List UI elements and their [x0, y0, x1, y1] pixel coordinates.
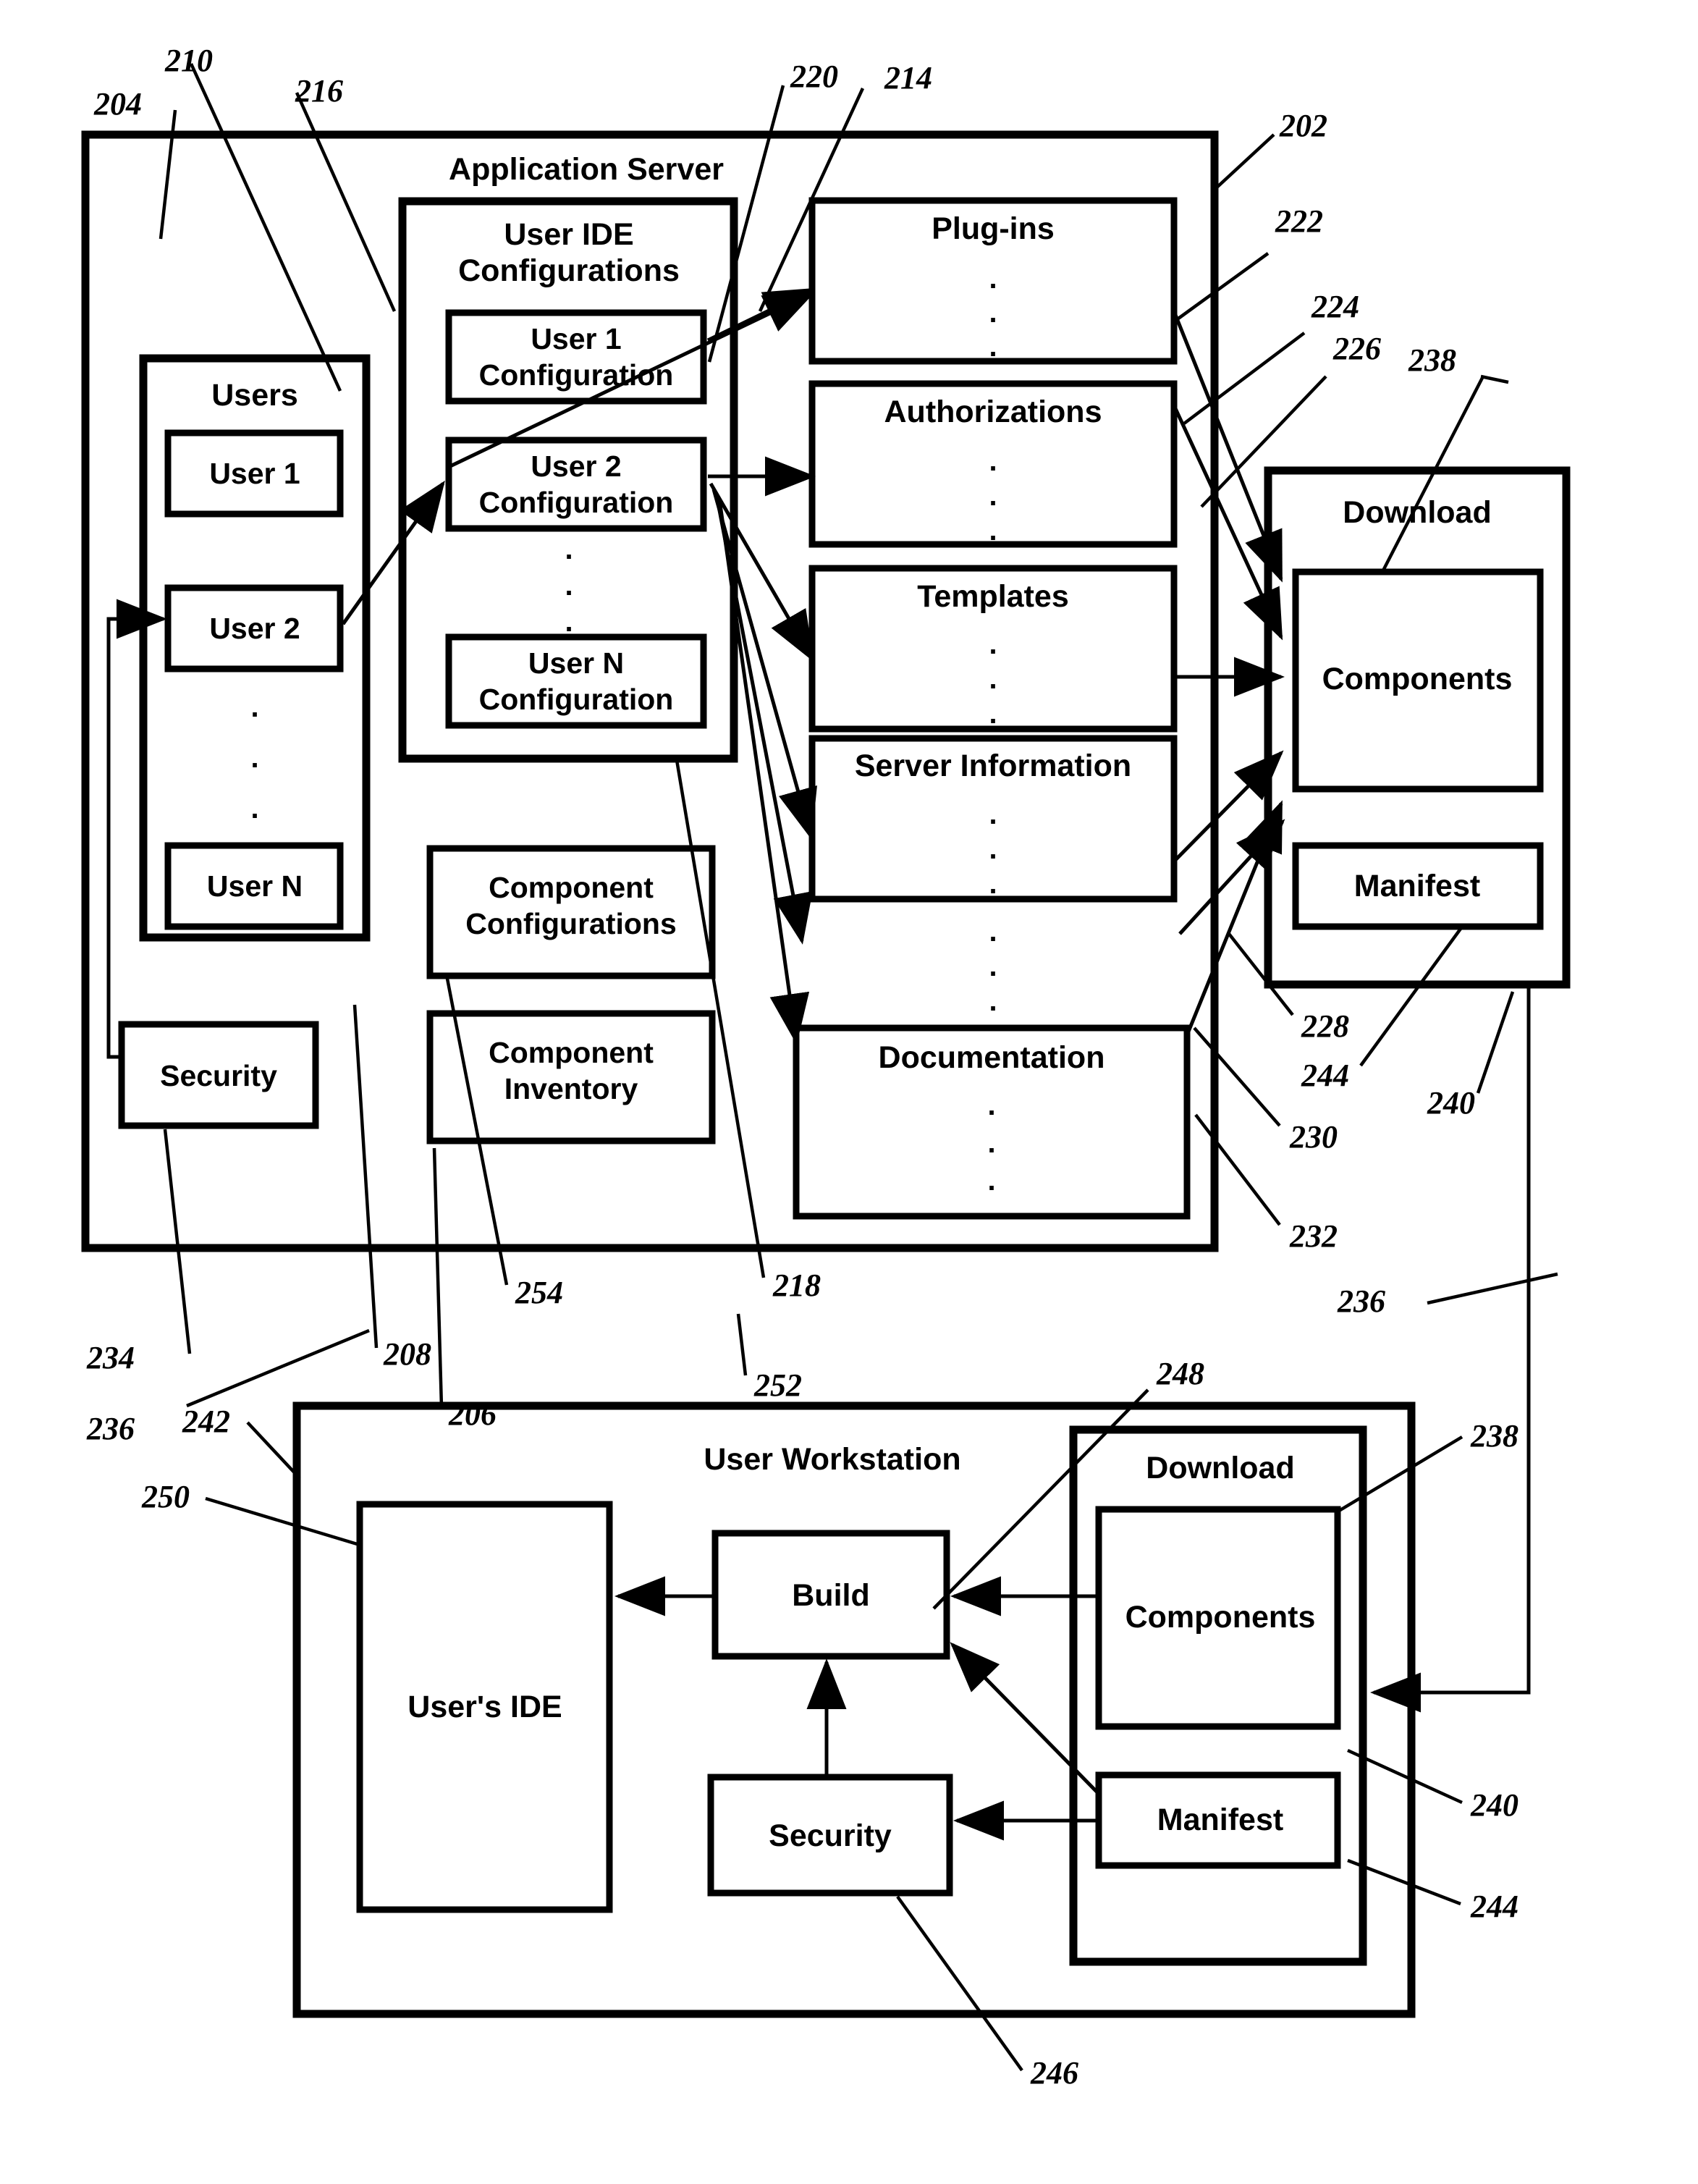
ref-240-server: 240 — [1427, 1085, 1475, 1121]
ref-238-server: 238 — [1408, 342, 1456, 378]
ref-202: 202 — [1279, 108, 1327, 143]
ref-232: 232 — [1289, 1218, 1338, 1254]
user-workstation-title: User Workstation — [704, 1442, 960, 1477]
documentation-ellipsis: . — [987, 1127, 995, 1159]
ide-configs-title-2: Configurations — [458, 253, 680, 288]
authorizations-ellipsis: . — [989, 480, 997, 512]
users-panel-title: Users — [211, 378, 298, 413]
plug-ins-label: Plug-ins — [932, 211, 1055, 246]
ref-206: 206 — [448, 1396, 497, 1432]
templates-label: Templates — [917, 579, 1069, 614]
authorizations-ellipsis: . — [989, 515, 997, 547]
ref-236-left: 236 — [86, 1411, 135, 1446]
ide-configs-ellipsis: . — [565, 570, 573, 602]
ref-236-right: 236 — [1337, 1283, 1385, 1319]
ref-228: 228 — [1301, 1008, 1349, 1044]
server-security-label: Security — [160, 1059, 277, 1092]
leader-252 — [736, 1313, 748, 1376]
workstation-download-title: Download — [1146, 1451, 1294, 1485]
leader-236a — [186, 1328, 370, 1408]
users-ellipsis: . — [250, 742, 258, 774]
ref-244-server: 244 — [1301, 1058, 1349, 1093]
workstation-download-manifest-label: Manifest — [1157, 1803, 1283, 1837]
plug-ins-ellipsis: . — [989, 331, 997, 363]
ref-254: 254 — [515, 1275, 563, 1310]
user-1-config-line2: Configuration — [479, 358, 674, 392]
ref-246: 246 — [1030, 2055, 1078, 2091]
mid-ellipsis: . — [989, 985, 997, 1017]
ref-230: 230 — [1289, 1119, 1338, 1155]
templates-ellipsis: . — [989, 663, 997, 695]
leader-202 — [1215, 133, 1275, 190]
component-inventory-line2: Inventory — [504, 1072, 638, 1105]
server-download-manifest-label: Manifest — [1354, 869, 1480, 903]
ide-configs-title-1: User IDE — [504, 217, 633, 252]
user-n-config-line2: Configuration — [479, 683, 674, 716]
ref-238-workstation: 238 — [1470, 1418, 1519, 1454]
ide-configs-ellipsis: . — [565, 606, 573, 638]
ref-218: 218 — [772, 1268, 821, 1303]
ref-224: 224 — [1311, 289, 1359, 324]
ref-216: 216 — [295, 73, 343, 109]
server-information-label: Server Information — [855, 749, 1131, 783]
user-1-label: User 1 — [209, 457, 300, 490]
server-download-title: Download — [1343, 495, 1491, 530]
user-n-config-line1: User N — [528, 646, 624, 680]
plug-ins-ellipsis: . — [989, 297, 997, 329]
server-download-components-label: Components — [1322, 662, 1513, 696]
users-ellipsis: . — [250, 691, 258, 723]
ref-220: 220 — [790, 59, 838, 94]
authorizations-ellipsis: . — [989, 445, 997, 477]
ref-204: 204 — [93, 86, 142, 122]
ref-226: 226 — [1332, 331, 1381, 366]
ref-210: 210 — [164, 43, 213, 78]
ref-248: 248 — [1156, 1356, 1204, 1391]
ref-250: 250 — [141, 1479, 190, 1514]
workstation-download-components-label: Components — [1125, 1600, 1316, 1635]
build-label: Build — [792, 1578, 869, 1613]
server-information-ellipsis: . — [989, 833, 997, 865]
user-n-label: User N — [207, 869, 303, 903]
documentation-label: Documentation — [879, 1040, 1105, 1075]
ref-234: 234 — [86, 1340, 135, 1375]
documentation-ellipsis: . — [987, 1089, 995, 1121]
ref-208: 208 — [383, 1336, 431, 1372]
ide-configs-ellipsis: . — [565, 534, 573, 565]
component-configurations-line1: Component — [489, 871, 654, 904]
authorizations-label: Authorizations — [884, 395, 1102, 429]
server-information-ellipsis: . — [989, 868, 997, 900]
workstation-security-label: Security — [769, 1818, 892, 1853]
users-ide-label: User's IDE — [407, 1690, 562, 1724]
ref-242: 242 — [182, 1404, 230, 1439]
mid-ellipsis: . — [989, 916, 997, 948]
templates-ellipsis: . — [989, 698, 997, 730]
users-ellipsis: . — [250, 793, 258, 825]
ref-214: 214 — [884, 60, 932, 96]
leader-240a — [1476, 991, 1515, 1094]
ref-222: 222 — [1275, 203, 1323, 239]
ref-240-workstation: 240 — [1470, 1787, 1519, 1823]
plug-ins-ellipsis: . — [989, 263, 997, 295]
patent-figure: Application Server Users User 1 User 2 U… — [0, 0, 1698, 2184]
server-information-ellipsis: . — [989, 798, 997, 830]
component-configurations-line2: Configurations — [465, 907, 677, 940]
user-2-config-line2: Configuration — [479, 486, 674, 519]
ref-244-workstation: 244 — [1470, 1889, 1519, 1924]
mid-ellipsis: . — [989, 950, 997, 982]
leader-242 — [246, 1421, 301, 1480]
user-1-config-line1: User 1 — [531, 322, 621, 355]
application-server-title: Application Server — [449, 152, 724, 187]
documentation-ellipsis: . — [987, 1165, 995, 1197]
ref-252: 252 — [753, 1367, 802, 1403]
user-2-config-line1: User 2 — [531, 450, 621, 483]
templates-ellipsis: . — [989, 628, 997, 660]
leader-236b — [1427, 1272, 1558, 1305]
user-2-label: User 2 — [209, 612, 300, 645]
component-inventory-line1: Component — [489, 1036, 654, 1069]
